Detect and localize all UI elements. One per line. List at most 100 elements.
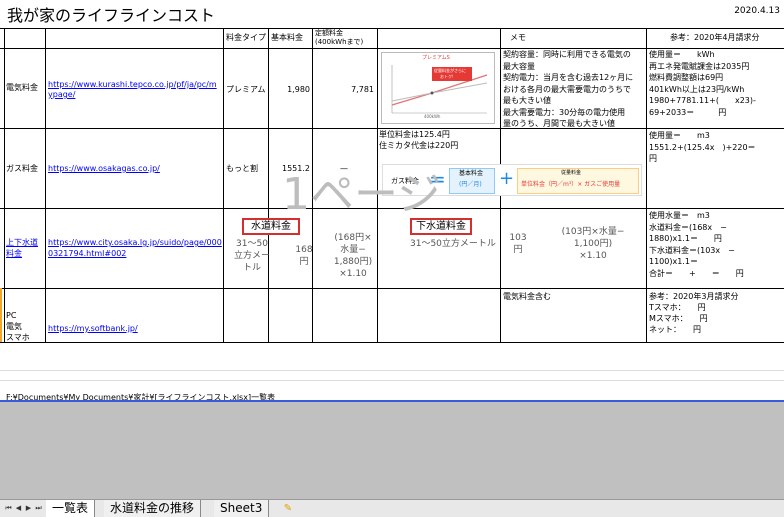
row-label-electric: 電気料金 <box>6 83 38 92</box>
chart-plan-label: プレミアムS <box>422 55 450 61</box>
electric-memo: 契約容量：同時に利用できる電気の 最大容量 契約電力：当月を含む過去12ヶ月に … <box>503 49 633 130</box>
grid-line <box>0 370 784 371</box>
electric-link-cont[interactable]: ypage/ <box>48 90 75 100</box>
sewer-formula-line: ×1.10 <box>579 251 607 261</box>
electric-link[interactable]: https://www.kurashi.tepco.co.jp/pf/ja/pc… <box>48 80 217 90</box>
row-label-gas: ガス料金 <box>6 164 38 173</box>
header-base-fee: 基本料金 <box>271 33 303 42</box>
header-fixed-fee: 定額料金 <box>315 29 343 37</box>
sheet-tab-bar: ⏮ ◀ ▶ ⏭ 一覧表 水道料金の推移 Sheet3 ✎ <box>0 499 784 517</box>
tab-summary[interactable]: 一覧表 <box>46 500 96 517</box>
ref-line: 1551.2+(125.4x )+220＝ <box>649 142 756 152</box>
water-formula-line: 1,880円) <box>333 257 373 267</box>
pc-label-line: 電気 <box>6 322 22 331</box>
electric-reference: 使用量＝ kWh 再エネ発電賦課金は2035円 燃料費調整額は69円 401kW… <box>649 49 756 118</box>
header-plan-type: 料金タイプ <box>226 33 266 42</box>
softbank-link[interactable]: https://my.softbank.jp/ <box>48 324 178 334</box>
memo-line: 最も大きい値 <box>503 96 551 105</box>
sewer-formula-line: 1,100円) <box>573 239 613 249</box>
water-range-line: 31〜50 <box>236 239 268 249</box>
ref-line: 1980+7781.11+( x23)- <box>649 96 756 105</box>
gas-memo: 単位料金は125.4円 住ミカタ代金は220円 <box>379 129 458 151</box>
rate-chart-svg <box>391 65 488 114</box>
memo-line: おける各月の最大需要電力のうちで <box>503 84 631 94</box>
gas-base-unit: (円／月) <box>459 181 482 188</box>
tab-sheet3[interactable]: Sheet3 <box>214 500 270 517</box>
row-highlight-bar <box>0 288 2 342</box>
water-link[interactable]: https://www.city.osaka.lg.jp/suido/page/… <box>48 238 222 248</box>
page-watermark: 1ページ <box>282 169 442 220</box>
gas-base-title: 基本料金 <box>459 170 484 177</box>
header-memo: メモ <box>510 33 526 42</box>
chart-badge-2: おトク! <box>440 74 454 79</box>
electric-base: 1,980 <box>287 85 310 94</box>
ref-line: 水道料金＝(168x − <box>649 222 727 232</box>
grid-line <box>45 28 46 342</box>
water-base-line: 168 <box>295 245 313 255</box>
gas-link[interactable]: https://www.osakagas.co.jp/ <box>48 164 160 174</box>
water-formula-line: 水量− <box>340 245 366 255</box>
memo-line: 単位料金は125.4円 <box>379 130 450 139</box>
water-range-line: 立方メー <box>233 251 270 261</box>
header-reference: 参考：2020年4月請求分 <box>670 33 760 42</box>
sewer-formula-line: (103円×水量− <box>561 227 625 237</box>
insert-sheet-icon[interactable]: ✎ <box>282 503 294 514</box>
ref-line: 401kWh以上は23円/kWh <box>649 84 745 94</box>
spreadsheet-grid[interactable]: 我が家のライフラインコスト 2020.4.13 料金タイプ 基本料金 定額料金 … <box>0 0 784 402</box>
page-break-gray-area <box>0 400 784 499</box>
memo-line: 最大容量 <box>503 61 535 71</box>
ref-line: 円 <box>649 154 657 163</box>
ref-line: 参考：2020年3月請求分 <box>649 292 739 301</box>
chart-axis-label: 400kWh <box>424 114 441 119</box>
sewer-range: 31〜50立方メートル <box>410 239 496 249</box>
ref-line: 使用量＝ kWh <box>649 50 715 59</box>
date-cell: 2020.4.13 <box>734 6 780 16</box>
ref-line: Tスマホ： 円 <box>649 303 706 312</box>
gas-usage-title: 従量料金 <box>561 170 582 176</box>
water-formula-line: (168円× <box>334 233 372 243</box>
gas-usage-body: 単位料金（円／m³）× ガスご使用量 <box>521 181 621 188</box>
ref-line: 燃料費調整額は69円 <box>649 73 724 82</box>
prev-sheet-icon[interactable]: ◀ <box>14 503 23 514</box>
ref-line: 使用量＝ m3 <box>649 131 710 140</box>
grid-line <box>0 288 784 289</box>
ref-line: 合計＝ + ＝ 円 <box>649 268 744 278</box>
ref-line: 1100)x1.1＝ <box>649 257 698 266</box>
ref-line: 下水道料金＝(103x − <box>649 245 735 255</box>
sewer-base-line: 103 <box>509 233 527 243</box>
grid-line <box>268 28 269 342</box>
memo-line: 最大需要電力：30分毎の電力使用 <box>503 107 626 117</box>
first-sheet-icon[interactable]: ⏮ <box>4 503 13 514</box>
next-sheet-icon[interactable]: ▶ <box>24 503 33 514</box>
pc-label-line: PC <box>6 311 17 320</box>
gas-plan: もっと割 <box>226 164 258 173</box>
ref-line: 使用水量＝ m3 <box>649 211 710 220</box>
header-fixed-fee-sub: (400kWhまで) <box>315 38 364 46</box>
ref-line: 69+2033＝ 円 <box>649 107 727 117</box>
gas-formula-plus: + <box>499 168 515 189</box>
water-base: 168 円 <box>290 244 318 268</box>
water-link-cont[interactable]: 0321794.html#002 <box>48 249 126 259</box>
memo-line: 契約電力：当月を含む過去12ヶ月に <box>503 73 634 82</box>
water-reference: 使用水量＝ m3 水道料金＝(168x − 1880)x1.1＝ 円 下水道料金… <box>649 210 744 279</box>
sewer-formula: (103円×水量− 1,100円) ×1.10 <box>556 226 630 262</box>
water-range: 31〜50 立方メー トル <box>232 238 272 274</box>
last-sheet-icon[interactable]: ⏭ <box>34 503 43 514</box>
grid-line <box>223 28 224 342</box>
pc-label-line: スマホ <box>6 333 30 342</box>
pc-reference: 参考：2020年3月請求分 Tスマホ： 円 Mスマホ： 円 ネット： 円 <box>649 291 738 335</box>
row-label-water[interactable]: 上下水道 <box>6 238 38 248</box>
grid-line <box>0 28 784 29</box>
electric-rate-chart-image: プレミアムS 従量料金がさらに おトク! 400kWh <box>381 52 495 124</box>
water-formula: (168円× 水量− 1,880円) ×1.10 <box>324 232 382 280</box>
memo-line: 契約容量：同時に利用できる電気の <box>503 50 631 59</box>
pc-memo: 電気料金含む <box>503 292 551 301</box>
water-formula-line: ×1.10 <box>339 269 367 279</box>
ref-line: Mスマホ： 円 <box>649 314 708 323</box>
sewer-base-line: 円 <box>513 245 523 255</box>
chart-badge: 従量料金がさらに <box>434 68 466 73</box>
tab-water-trend[interactable]: 水道料金の推移 <box>104 500 202 517</box>
electric-plan: プレミアム <box>226 85 266 94</box>
ref-line: 1880)x1.1＝ 円 <box>649 234 722 243</box>
row-label-water-2[interactable]: 料金 <box>6 249 22 259</box>
